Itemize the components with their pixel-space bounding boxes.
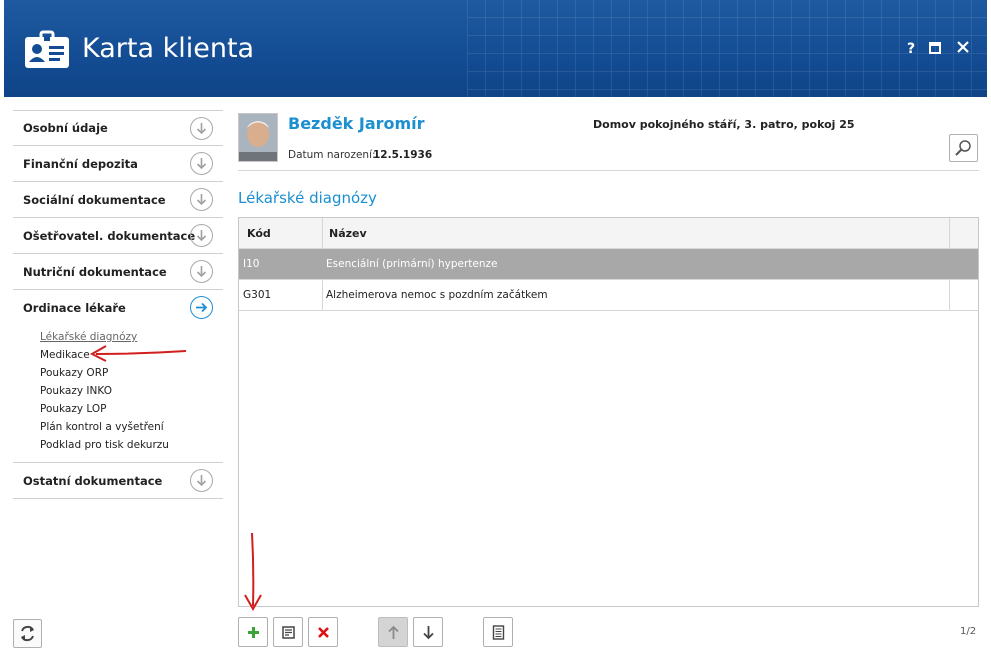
section-title: Lékařské diagnózy (238, 189, 377, 207)
patient-name: Bezděk Jaromír (288, 114, 425, 133)
patient-photo (238, 113, 278, 162)
submenu-item-podklad-dekurz[interactable]: Podklad pro tisk dekurzu (40, 436, 223, 454)
document-button[interactable] (483, 617, 513, 647)
table-row[interactable]: I10 Esenciální (primární) hypertenze (239, 249, 978, 280)
window-title: Karta klienta (82, 33, 255, 64)
close-icon (957, 41, 969, 53)
header-divider (238, 170, 979, 171)
move-up-icon (388, 625, 399, 639)
arrow-down-circle-icon[interactable] (190, 117, 213, 140)
column-header-nazev[interactable]: Název (323, 218, 943, 249)
arrow-down-circle-icon[interactable] (190, 224, 213, 247)
help-button[interactable]: ? (907, 41, 915, 57)
cell-code: G301 (243, 289, 272, 301)
window-header: Karta klienta ? (4, 0, 987, 97)
edit-button[interactable] (273, 617, 303, 647)
submenu-item-poukazy-orp[interactable]: Poukazy ORP (40, 364, 223, 382)
submenu-item-plan-kontrol[interactable]: Plán kontrol a vyšetření (40, 418, 223, 436)
sidebar-section-osobni-udaje[interactable]: Osobní údaje (13, 110, 223, 146)
maximize-icon (929, 42, 941, 54)
add-button[interactable] (238, 617, 268, 647)
refresh-icon (21, 625, 34, 642)
sidebar-section-label: Sociální dokumentace (23, 192, 166, 207)
sidebar-section-nutricni-dokumentace[interactable]: Nutriční dokumentace (13, 254, 223, 290)
move-down-icon (423, 626, 434, 640)
submenu-item-lekarske-diagnozy[interactable]: Lékařské diagnózy (40, 328, 223, 346)
delete-button[interactable] (308, 617, 338, 647)
column-header-kod[interactable]: Kód (241, 218, 321, 249)
refresh-button[interactable] (13, 619, 42, 648)
sidebar-section-label: Ošetřovatel. dokumentace (23, 228, 196, 243)
move-up-button[interactable] (378, 617, 408, 647)
sidebar-section-osetrovatel-dokumentace[interactable]: Ošetřovatel. dokumentace (13, 218, 223, 254)
sidebar-section-ordinace-lekare[interactable]: Ordinace lékaře (13, 290, 223, 326)
table-row[interactable]: G301 Alzheimerova nemoc s pozdním začátk… (239, 280, 978, 311)
arrow-right-circle-icon[interactable] (190, 296, 213, 319)
delete-icon (318, 627, 329, 638)
close-button[interactable] (957, 41, 969, 57)
dob-label: Datum narození: (288, 149, 376, 161)
sidebar-section-label: Ostatní dokumentace (23, 473, 163, 488)
sidebar-section-financni-depozita[interactable]: Finanční depozita (13, 146, 223, 182)
sidebar-section-label: Finanční depozita (23, 156, 138, 171)
client-card-icon (25, 30, 69, 68)
sidebar-section-ostatni-dokumentace[interactable]: Ostatní dokumentace (13, 463, 223, 499)
diagnoses-table: Kód Název I10 Esenciální (primární) hype… (238, 217, 979, 607)
arrow-down-circle-icon[interactable] (190, 260, 213, 283)
document-icon (492, 625, 505, 640)
maximize-button[interactable] (929, 38, 941, 58)
submenu-item-poukazy-inko[interactable]: Poukazy INKO (40, 382, 223, 400)
cell-code: I10 (243, 258, 260, 270)
sidebar-section-label: Ordinace lékaře (23, 301, 126, 315)
arrow-down-circle-icon[interactable] (190, 469, 213, 492)
cell-name: Esenciální (primární) hypertenze (326, 258, 498, 270)
submenu-item-medikace[interactable]: Medikace (40, 346, 223, 364)
search-icon (955, 140, 971, 156)
cell-name: Alzheimerova nemoc s pozdním začátkem (326, 289, 548, 301)
sidebar-section-socialni-dokumentace[interactable]: Sociální dokumentace (13, 182, 223, 218)
submenu-item-poukazy-lop[interactable]: Poukazy LOP (40, 400, 223, 418)
sidebar: Osobní údaje Finanční depozita Sociální … (13, 110, 223, 499)
arrow-down-circle-icon[interactable] (190, 188, 213, 211)
ordinace-submenu: Lékařské diagnózy Medikace Poukazy ORP P… (13, 326, 223, 463)
page-indicator: 1/2 (960, 626, 977, 637)
add-icon (248, 627, 259, 638)
move-down-button[interactable] (413, 617, 443, 647)
sidebar-section-label: Nutriční dokumentace (23, 264, 167, 279)
dob-value: 12.5.1936 (373, 149, 433, 161)
patient-location: Domov pokojného stáří, 3. patro, pokoj 2… (593, 118, 855, 131)
table-header: Kód Název (239, 218, 978, 249)
edit-icon (282, 626, 295, 639)
arrow-down-circle-icon[interactable] (190, 152, 213, 175)
sidebar-section-label: Osobní údaje (23, 121, 108, 135)
search-button[interactable] (949, 134, 978, 162)
